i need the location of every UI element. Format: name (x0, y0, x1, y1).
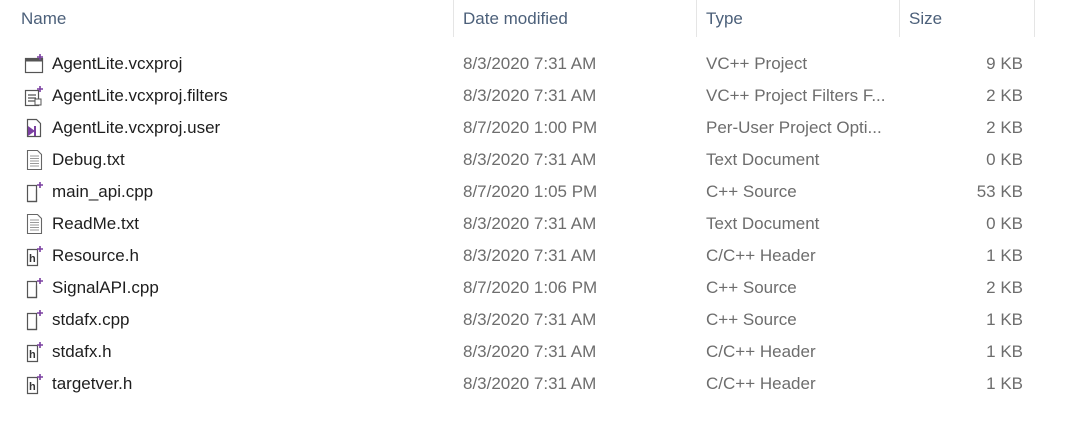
file-type: Text Document (706, 214, 820, 233)
file-type: C/C++ Header (706, 342, 816, 361)
file-row[interactable]: ReadMe.txt 8/3/2020 7:31 AM Text Documen… (0, 208, 1035, 240)
file-row[interactable]: Debug.txt 8/3/2020 7:31 AM Text Document… (0, 144, 1035, 176)
file-date-modified: 8/3/2020 7:31 AM (463, 54, 597, 73)
cpp-file-icon (24, 277, 46, 299)
file-name[interactable]: Debug.txt (52, 144, 125, 176)
column-header-type[interactable]: Type (697, 0, 900, 37)
file-name[interactable]: AgentLite.vcxproj (52, 48, 182, 80)
file-type: Per-User Project Opti... (706, 118, 882, 137)
text-file-icon (24, 213, 46, 235)
file-date-modified: 8/7/2020 1:00 PM (463, 118, 598, 137)
file-size: 2 KB (986, 86, 1023, 105)
file-date-modified: 8/3/2020 7:31 AM (463, 374, 597, 393)
svg-text:h: h (29, 381, 36, 393)
file-size: 53 KB (976, 182, 1023, 201)
file-date-modified: 8/3/2020 7:31 AM (463, 214, 597, 233)
file-name[interactable]: main_api.cpp (52, 176, 153, 208)
file-name[interactable]: stdafx.h (52, 336, 112, 368)
file-row[interactable]: main_api.cpp 8/7/2020 1:05 PM C++ Source… (0, 176, 1035, 208)
file-row[interactable]: h targetver.h 8/3/2020 7:31 AM C/C++ Hea… (0, 368, 1035, 400)
text-file-icon (24, 149, 46, 171)
file-date-modified: 8/7/2020 1:05 PM (463, 182, 598, 201)
file-date-modified: 8/3/2020 7:31 AM (463, 86, 597, 105)
file-row[interactable]: AgentLite.vcxproj.filters 8/3/2020 7:31 … (0, 80, 1035, 112)
cpp-file-icon (24, 181, 46, 203)
file-name[interactable]: SignalAPI.cpp (52, 272, 159, 304)
file-name[interactable]: stdafx.cpp (52, 304, 130, 336)
filters-icon (24, 85, 46, 107)
file-type: C/C++ Header (706, 374, 816, 393)
file-name[interactable]: Resource.h (52, 240, 139, 272)
file-row[interactable]: AgentLite.vcxproj 8/3/2020 7:31 AM VC++ … (0, 48, 1035, 80)
file-type: C++ Source (706, 278, 797, 297)
file-size: 1 KB (986, 342, 1023, 361)
file-name[interactable]: targetver.h (52, 368, 132, 400)
file-name[interactable]: ReadMe.txt (52, 208, 139, 240)
svg-text:h: h (29, 349, 36, 361)
file-date-modified: 8/7/2020 1:06 PM (463, 278, 598, 297)
file-row[interactable]: h Resource.h 8/3/2020 7:31 AM C/C++ Head… (0, 240, 1035, 272)
file-date-modified: 8/3/2020 7:31 AM (463, 310, 597, 329)
file-type: C++ Source (706, 182, 797, 201)
file-type: VC++ Project (706, 54, 808, 73)
file-type: Text Document (706, 150, 820, 169)
column-header-date-modified[interactable]: Date modified (454, 0, 697, 37)
file-size: 2 KB (986, 278, 1023, 297)
file-size: 1 KB (986, 246, 1023, 265)
cpp-file-icon (24, 309, 46, 331)
file-size: 1 KB (986, 310, 1023, 329)
file-date-modified: 8/3/2020 7:31 AM (463, 342, 597, 361)
file-name[interactable]: AgentLite.vcxproj.user (52, 112, 220, 144)
header-file-icon: h (24, 373, 46, 395)
vcxproj-icon (24, 53, 46, 75)
file-row[interactable]: h stdafx.h 8/3/2020 7:31 AM C/C++ Header… (0, 336, 1035, 368)
file-type: C++ Source (706, 310, 797, 329)
file-name[interactable]: AgentLite.vcxproj.filters (52, 80, 228, 112)
file-size: 1 KB (986, 374, 1023, 393)
file-size: 0 KB (986, 214, 1023, 233)
column-header-bar: ^ Name Date modified Type Size (0, 0, 1083, 38)
file-date-modified: 8/3/2020 7:31 AM (463, 150, 597, 169)
header-file-icon: h (24, 245, 46, 267)
column-header-name[interactable]: Name (12, 0, 454, 37)
file-row[interactable]: stdafx.cpp 8/3/2020 7:31 AM C++ Source 1… (0, 304, 1035, 336)
svg-text:h: h (29, 253, 36, 265)
user-file-icon (24, 117, 46, 139)
file-size: 2 KB (986, 118, 1023, 137)
header-file-icon: h (24, 341, 46, 363)
file-size: 0 KB (986, 150, 1023, 169)
file-type: C/C++ Header (706, 246, 816, 265)
file-date-modified: 8/3/2020 7:31 AM (463, 246, 597, 265)
file-row[interactable]: SignalAPI.cpp 8/7/2020 1:06 PM C++ Sourc… (0, 272, 1035, 304)
file-size: 9 KB (986, 54, 1023, 73)
file-row[interactable]: AgentLite.vcxproj.user 8/7/2020 1:00 PM … (0, 112, 1035, 144)
file-type: VC++ Project Filters F... (706, 86, 886, 105)
column-header-size[interactable]: Size (900, 0, 1035, 37)
file-list: AgentLite.vcxproj 8/3/2020 7:31 AM VC++ … (0, 48, 1083, 400)
